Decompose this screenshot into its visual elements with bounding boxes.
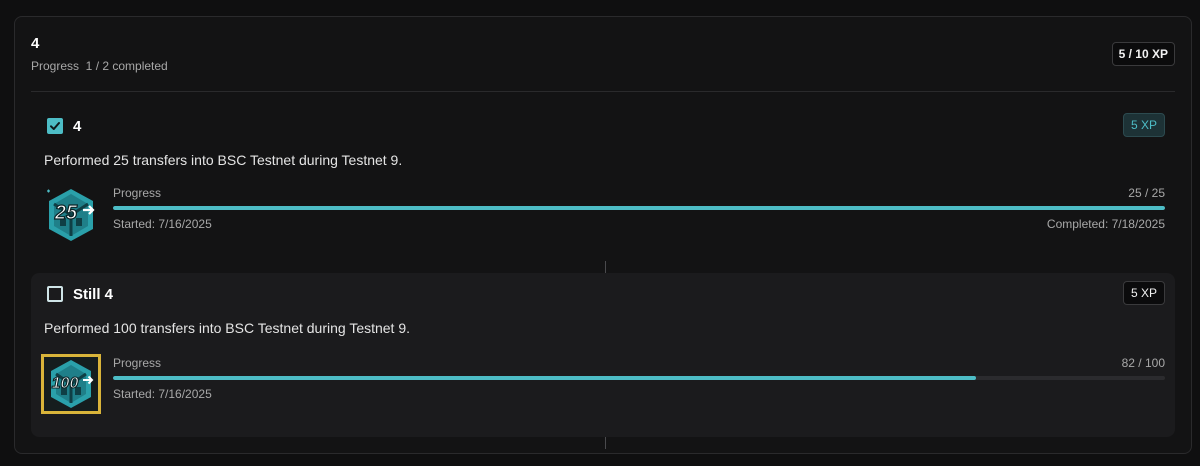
badge-number: 100 [52, 375, 79, 392]
quest-xp-badge: 5 XP [1122, 281, 1165, 305]
hexagon-badge-icon: 100 [41, 354, 101, 414]
started-date: Started: 7/16/2025 [113, 387, 212, 401]
progress-count: 82 / 100 [1121, 356, 1165, 370]
quest-xp-badge: 5 XP [1122, 113, 1165, 137]
quest-group-panel: 4 Progress 1 / 2 completed 5 / 10 XP 4 5… [14, 16, 1192, 454]
group-xp-badge: 5 / 10 XP [1111, 42, 1175, 66]
quest-title: Still 4 [73, 285, 114, 303]
badge-number: 25 [54, 202, 78, 224]
quest-title: 4 [73, 117, 82, 135]
quest-card-completed[interactable]: 4 5 XP Performed 25 transfers into BSC T… [31, 105, 1175, 255]
quest-card-active[interactable]: Still 4 5 XP Performed 100 transfers int… [31, 273, 1175, 437]
checkbox-unchecked[interactable] [47, 286, 63, 302]
header-divider [31, 91, 1175, 92]
started-date: Started: 7/16/2025 [113, 217, 212, 231]
quest-description: Performed 25 transfers into BSC Testnet … [44, 152, 403, 168]
progress-count: 25 / 25 [1128, 186, 1165, 200]
quest-description: Performed 100 transfers into BSC Testnet… [44, 320, 411, 336]
quest-header: Still 4 [47, 284, 113, 304]
group-progress-text: Progress 1 / 2 completed [31, 59, 168, 73]
completed-date: Completed: 7/18/2025 [1046, 217, 1165, 231]
progress-bar-fill [113, 376, 976, 380]
progress-label: Progress [113, 186, 162, 200]
quest-group-header: 4 Progress 1 / 2 completed 5 / 10 XP [31, 35, 1175, 75]
check-icon [50, 122, 60, 130]
group-title: 4 [31, 35, 40, 52]
progress-bar-track [113, 376, 1165, 380]
quest-connector-line [605, 437, 606, 449]
progress-label: Progress [113, 356, 162, 370]
checkbox-checked[interactable] [47, 118, 63, 134]
progress-bar-track [113, 206, 1165, 210]
quest-header: 4 [47, 116, 81, 136]
progress-bar-fill [113, 206, 1165, 210]
hexagon-badge-icon: 25 [47, 189, 95, 241]
